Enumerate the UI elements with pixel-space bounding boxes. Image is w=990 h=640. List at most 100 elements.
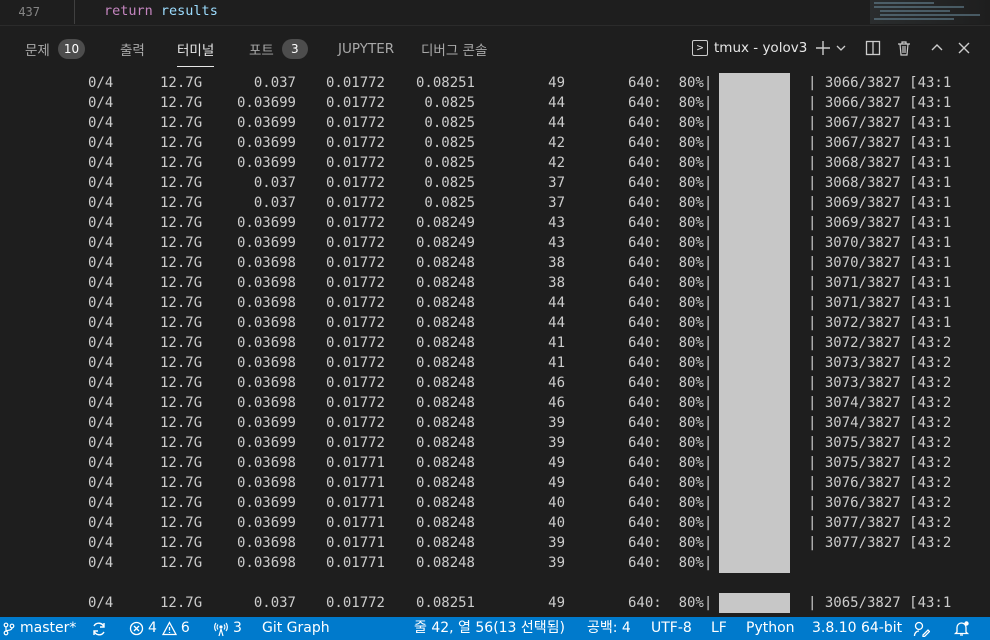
notifications-button[interactable] <box>953 617 974 640</box>
terminal-selector[interactable]: > tmux - yolov3 <box>692 37 807 59</box>
git-graph-item[interactable]: Git Graph <box>262 617 330 640</box>
obj-loss-cell: 0.01772 <box>325 95 385 111</box>
img-size-progress-cell: 640: 80%| <box>628 555 713 571</box>
ports-status-item[interactable]: 3 <box>213 617 242 640</box>
maximize-panel-button[interactable] <box>926 37 948 59</box>
code-line[interactable]: return results <box>104 3 218 19</box>
progress-bar-fill <box>719 153 790 173</box>
obj-loss-cell: 0.01772 <box>325 295 385 311</box>
targets-cell: 40 <box>548 495 565 511</box>
tab-problems[interactable]: 문제 10 <box>25 38 86 60</box>
progress-count-cell: | 3074/3827 [43:2 <box>808 415 952 431</box>
status-bar: master* 4 6 3 Git Graph 줄 42, 열 56(13 선택… <box>0 617 990 640</box>
encoding-item[interactable]: UTF-8 <box>651 617 692 640</box>
terminal-output[interactable]: 0/4 12.7G 0.037 0.01772 0.08251 49 640: 80%| | … <box>0 70 990 613</box>
gpu-mem-cell: 12.7G <box>160 595 203 611</box>
epoch-cell: 0/4 <box>88 175 114 191</box>
cls-loss-cell: 0.08248 <box>415 495 475 511</box>
targets-cell: 44 <box>548 95 565 111</box>
terminal-line: 0/4 12.7G 0.03698 0.01771 0.08248 49 640: 80%|… <box>0 473 990 493</box>
epoch-cell: 0/4 <box>88 75 114 91</box>
obj-loss-cell: 0.01772 <box>325 275 385 291</box>
obj-loss-cell: 0.01772 <box>325 335 385 351</box>
editor-area[interactable]: 437 return results <box>0 0 990 24</box>
cls-loss-cell: 0.0825 <box>424 195 475 211</box>
box-loss-cell: 0.03698 <box>236 455 296 471</box>
gpu-mem-cell: 12.7G <box>160 215 203 231</box>
tab-terminal[interactable]: 터미널 <box>177 38 215 67</box>
eol-item[interactable]: LF <box>711 617 727 640</box>
git-branch-item[interactable]: master* <box>2 617 76 640</box>
targets-cell: 38 <box>548 255 565 271</box>
img-size-progress-cell: 640: 80%| <box>628 255 713 271</box>
terminal-line: 0/4 12.7G 0.03698 0.01771 0.08248 39 640: 80%| <box>0 553 990 573</box>
indent-guide <box>74 0 75 24</box>
sync-button[interactable] <box>91 617 111 640</box>
kill-terminal-button[interactable] <box>893 37 915 59</box>
epoch-cell: 0/4 <box>88 395 114 411</box>
obj-loss-cell: 0.01772 <box>325 375 385 391</box>
new-terminal-button[interactable] <box>812 37 834 59</box>
cls-loss-cell: 0.08248 <box>415 355 475 371</box>
progress-bar-fill <box>719 353 790 373</box>
warning-count: 6 <box>180 620 190 636</box>
problems-status-item[interactable]: 4 6 <box>129 617 190 640</box>
indentation-item[interactable]: 공백: 4 <box>587 617 631 640</box>
img-size-progress-cell: 640: 80%| <box>628 295 713 311</box>
box-loss-cell: 0.03699 <box>236 415 296 431</box>
tab-output[interactable]: 출력 <box>120 38 145 60</box>
cursor-position-item[interactable]: 줄 42, 열 56(13 선택됨) <box>414 617 565 640</box>
box-loss-cell: 0.03698 <box>236 255 296 271</box>
box-loss-cell: 0.03698 <box>236 315 296 331</box>
cls-loss-cell: 0.0825 <box>424 115 475 131</box>
progress-bar-fill <box>719 213 790 233</box>
progress-count-cell: | 3066/3827 [43:1 <box>808 95 952 111</box>
split-icon <box>865 40 881 56</box>
progress-bar-fill <box>719 373 790 393</box>
branch-name: master* <box>20 620 77 636</box>
language-mode-item[interactable]: Python <box>746 617 795 640</box>
terminal-line: 0/4 12.7G 0.037 0.01772 0.08251 49 640: 80%| | … <box>0 73 990 93</box>
terminal-line: 0/4 12.7G 0.03698 0.01772 0.08248 44 640: 80%|… <box>0 313 990 333</box>
epoch-cell: 0/4 <box>88 415 114 431</box>
progress-count-cell: | 3067/3827 [43:1 <box>808 115 952 131</box>
feedback-button[interactable] <box>913 617 934 640</box>
epoch-cell: 0/4 <box>88 215 114 231</box>
obj-loss-cell: 0.01771 <box>325 455 385 471</box>
minimap[interactable] <box>870 0 990 24</box>
progress-count-cell: | 3071/3827 [43:1 <box>808 275 952 291</box>
git-branch-icon <box>3 622 15 635</box>
progress-bar-fill <box>719 93 790 113</box>
obj-loss-cell: 0.01771 <box>325 555 385 571</box>
terminal-line: 0/4 12.7G 0.03699 0.01772 0.0825 42 640: 80%| |… <box>0 153 990 173</box>
img-size-progress-cell: 640: 80%| <box>628 415 713 431</box>
img-size-progress-cell: 640: 80%| <box>628 595 713 611</box>
targets-cell: 46 <box>548 395 565 411</box>
epoch-cell: 0/4 <box>88 535 114 551</box>
split-terminal-button[interactable] <box>862 37 884 59</box>
obj-loss-cell: 0.01772 <box>325 215 385 231</box>
tab-jupyter[interactable]: JUPYTER <box>338 38 394 60</box>
progress-count-cell: | 3075/3827 [43:2 <box>808 455 952 471</box>
progress-bar-fill <box>719 193 790 213</box>
box-loss-cell: 0.03699 <box>236 135 296 151</box>
gpu-mem-cell: 12.7G <box>160 435 203 451</box>
close-panel-button[interactable] <box>953 37 975 59</box>
box-loss-cell: 0.03698 <box>236 475 296 491</box>
box-loss-cell: 0.03698 <box>236 295 296 311</box>
tab-ports[interactable]: 포트 3 <box>249 38 308 60</box>
obj-loss-cell: 0.01772 <box>325 355 385 371</box>
progress-bar-fill <box>719 333 790 353</box>
gpu-mem-cell: 12.7G <box>160 475 203 491</box>
terminal-dropdown-button[interactable] <box>834 37 848 59</box>
box-loss-cell: 0.037 <box>253 175 296 191</box>
targets-cell: 42 <box>548 135 565 151</box>
progress-count-cell: | 3073/3827 [43:2 <box>808 355 952 371</box>
progress-count-cell: | 3067/3827 [43:1 <box>808 135 952 151</box>
tab-debug-console[interactable]: 디버그 콘솔 <box>421 38 487 60</box>
img-size-progress-cell: 640: 80%| <box>628 175 713 191</box>
python-interpreter-item[interactable]: 3.8.10 64-bit <box>812 617 902 640</box>
targets-cell: 44 <box>548 295 565 311</box>
gpu-mem-cell: 12.7G <box>160 235 203 251</box>
progress-count-cell: | 3066/3827 [43:1 <box>808 75 952 91</box>
